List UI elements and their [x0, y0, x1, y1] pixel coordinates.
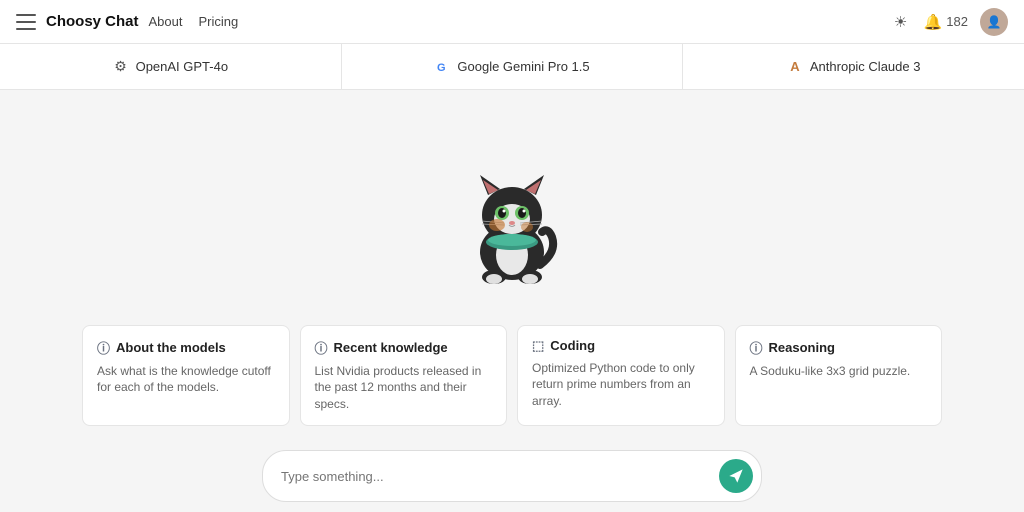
openai-label: OpenAI GPT-4o [136, 59, 229, 74]
models-desc: Ask what is the knowledge cutoff for eac… [97, 363, 275, 397]
coding-icon: ⬚ [532, 338, 544, 354]
main-content: ⓘ About the models Ask what is the knowl… [0, 90, 1024, 442]
reasoning-desc: A Soduku-like 3x3 grid puzzle. [750, 363, 928, 380]
card-title-reasoning: ⓘ Reasoning [750, 338, 928, 357]
input-container [262, 450, 762, 502]
card-title-coding: ⬚ Coding [532, 338, 710, 354]
notification-icon: 🔔 [924, 13, 943, 31]
google-label: Google Gemini Pro 1.5 [457, 59, 589, 74]
nav-links: About Pricing [149, 14, 239, 29]
send-icon [728, 468, 744, 484]
reasoning-icon: ⓘ [750, 338, 763, 357]
models-icon: ⓘ [97, 338, 110, 357]
theme-toggle-icon[interactable]: ☀ [890, 11, 912, 33]
notification-count: 182 [946, 14, 968, 29]
navbar-right: ☀ 🔔 182 👤 [890, 8, 1008, 36]
model-anthropic[interactable]: Anthropic Claude 3 [683, 44, 1024, 89]
suggestion-card-knowledge[interactable]: ⓘ Recent knowledge List Nvidia products … [300, 325, 508, 426]
models-title: About the models [116, 340, 226, 355]
sidebar-toggle-button[interactable] [16, 14, 36, 30]
brand-logo: Choosy Chat [46, 13, 139, 30]
suggestion-card-coding[interactable]: ⬚ Coding Optimized Python code to only r… [517, 325, 725, 426]
cat-area [0, 90, 1024, 325]
navbar-left: Choosy Chat About Pricing [16, 13, 878, 30]
cat-mascot [452, 147, 572, 267]
card-title-knowledge: ⓘ Recent knowledge [315, 338, 493, 357]
pricing-link[interactable]: Pricing [199, 14, 239, 29]
notification-badge[interactable]: 🔔 182 [924, 13, 968, 31]
model-openai[interactable]: OpenAI GPT-4o [0, 44, 342, 89]
google-icon: G [434, 59, 450, 75]
model-google[interactable]: G Google Gemini Pro 1.5 [342, 44, 684, 89]
openai-icon [113, 59, 129, 75]
knowledge-icon: ⓘ [315, 338, 328, 357]
bottom-bar [0, 442, 1024, 512]
anthropic-icon [787, 59, 803, 75]
anthropic-label: Anthropic Claude 3 [810, 59, 921, 74]
suggestion-card-reasoning[interactable]: ⓘ Reasoning A Soduku-like 3x3 grid puzzl… [735, 325, 943, 426]
avatar[interactable]: 👤 [980, 8, 1008, 36]
coding-title: Coding [550, 338, 595, 353]
suggestion-row: ⓘ About the models Ask what is the knowl… [62, 325, 962, 442]
about-link[interactable]: About [149, 14, 183, 29]
coding-desc: Optimized Python code to only return pri… [532, 360, 710, 410]
knowledge-desc: List Nvidia products released in the pas… [315, 363, 493, 413]
card-title-models: ⓘ About the models [97, 338, 275, 357]
reasoning-title: Reasoning [769, 340, 835, 355]
chat-input[interactable] [281, 469, 711, 484]
navbar: Choosy Chat About Pricing ☀ 🔔 182 👤 [0, 0, 1024, 44]
svg-text:G: G [437, 62, 446, 74]
model-bar: OpenAI GPT-4o G Google Gemini Pro 1.5 An… [0, 44, 1024, 90]
suggestion-card-models[interactable]: ⓘ About the models Ask what is the knowl… [82, 325, 290, 426]
knowledge-title: Recent knowledge [334, 340, 448, 355]
send-button[interactable] [719, 459, 753, 493]
